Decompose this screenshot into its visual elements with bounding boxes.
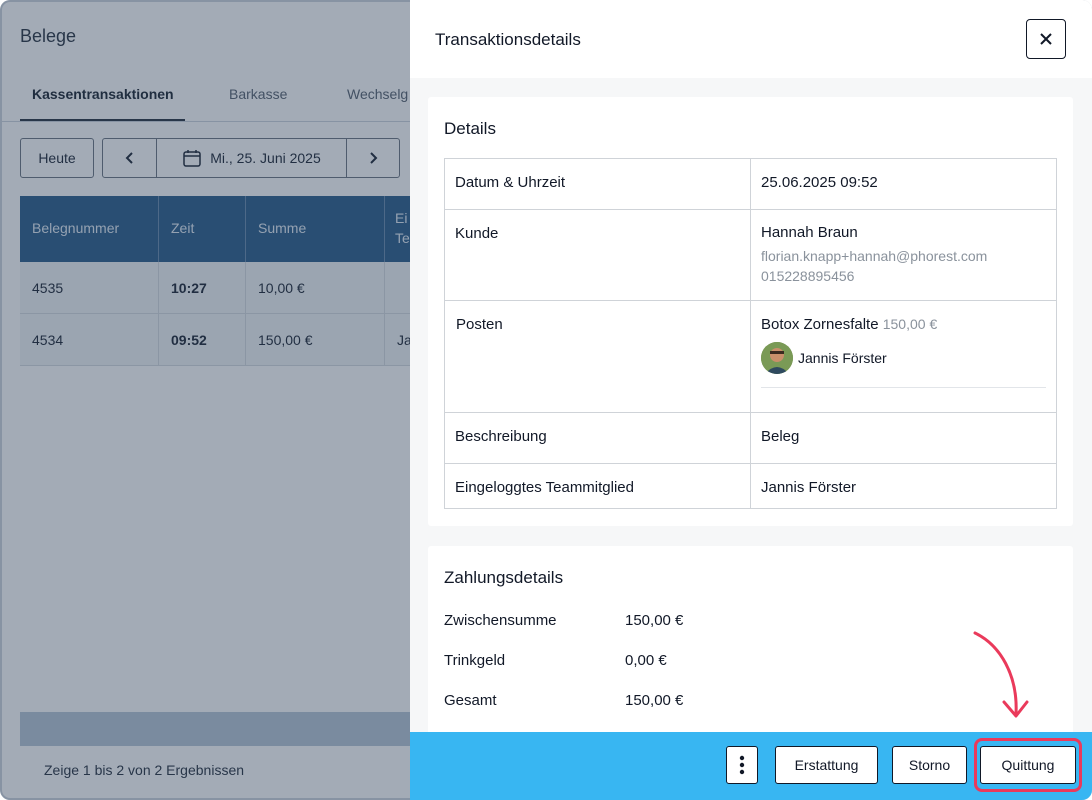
- table-row: Eingeloggtes Teammitglied Jannis Förster: [444, 463, 1057, 509]
- item-name: Botox Zornesfalte: [761, 316, 879, 333]
- item-price: 150,00 €: [882, 316, 938, 332]
- logged-in-label: Eingeloggtes Teammitglied: [444, 463, 751, 509]
- item-line: Botox Zornesfalte 150,00 €: [761, 316, 1046, 333]
- items-cell: Botox Zornesfalte 150,00 € Jannis Förste…: [750, 300, 1057, 413]
- description-value: Beleg: [750, 412, 1057, 464]
- subtotal-label: Zwischensumme: [444, 612, 557, 629]
- subtotal-value: 150,00 €: [625, 612, 684, 629]
- logged-in-value: Jannis Förster: [750, 463, 1057, 509]
- table-row: Posten Botox Zornesfalte 150,00 € Jannis…: [444, 300, 1057, 413]
- drawer-header: Transaktionsdetails: [410, 0, 1092, 78]
- more-options-button[interactable]: [726, 746, 758, 784]
- tip-value: 0,00 €: [625, 652, 667, 669]
- customer-email: florian.knapp+hannah@phorest.com: [761, 248, 988, 264]
- payment-heading: Zahlungsdetails: [444, 568, 564, 587]
- staff-avatar-icon: [761, 342, 793, 374]
- table-row: Datum & Uhrzeit 25.06.2025 09:52: [444, 158, 1057, 210]
- transaction-details-drawer: Transaktionsdetails Details Datum & Uhrz…: [410, 0, 1092, 800]
- close-button[interactable]: [1026, 19, 1066, 59]
- customer-cell: Hannah Braun florian.knapp+hannah@phores…: [750, 209, 1057, 301]
- date-label: Datum & Uhrzeit: [444, 158, 751, 210]
- customer-name: Hannah Braun: [761, 224, 858, 241]
- details-heading: Details: [444, 119, 496, 138]
- items-label: Posten: [444, 300, 751, 413]
- customer-label: Kunde: [444, 209, 751, 301]
- table-row: Beschreibung Beleg: [444, 412, 1057, 464]
- customer-phone: 015228895456: [761, 268, 855, 284]
- refund-button[interactable]: Erstattung: [775, 746, 878, 784]
- avatar: [761, 342, 793, 374]
- total-label: Gesamt: [444, 692, 497, 709]
- action-bar: Erstattung Storno Quittung: [410, 732, 1092, 800]
- staff-name: Jannis Förster: [798, 350, 887, 366]
- total-value: 150,00 €: [625, 692, 684, 709]
- item-staff: Jannis Förster: [761, 342, 1046, 388]
- tip-label: Trinkgeld: [444, 652, 506, 669]
- more-vertical-icon: [739, 755, 745, 775]
- receipt-highlight: [974, 738, 1082, 792]
- date-value: 25.06.2025 09:52: [750, 158, 1057, 210]
- details-card: Details Datum & Uhrzeit 25.06.2025 09:52…: [428, 97, 1073, 526]
- annotation-arrow-icon: [973, 631, 1029, 718]
- description-label: Beschreibung: [444, 412, 751, 464]
- close-icon: [1040, 33, 1052, 45]
- table-row: Kunde Hannah Braun florian.knapp+hannah@…: [444, 209, 1057, 301]
- drawer-title: Transaktionsdetails: [435, 30, 581, 49]
- cancel-button[interactable]: Storno: [892, 746, 967, 784]
- details-table: Datum & Uhrzeit 25.06.2025 09:52 Kunde H…: [444, 158, 1057, 509]
